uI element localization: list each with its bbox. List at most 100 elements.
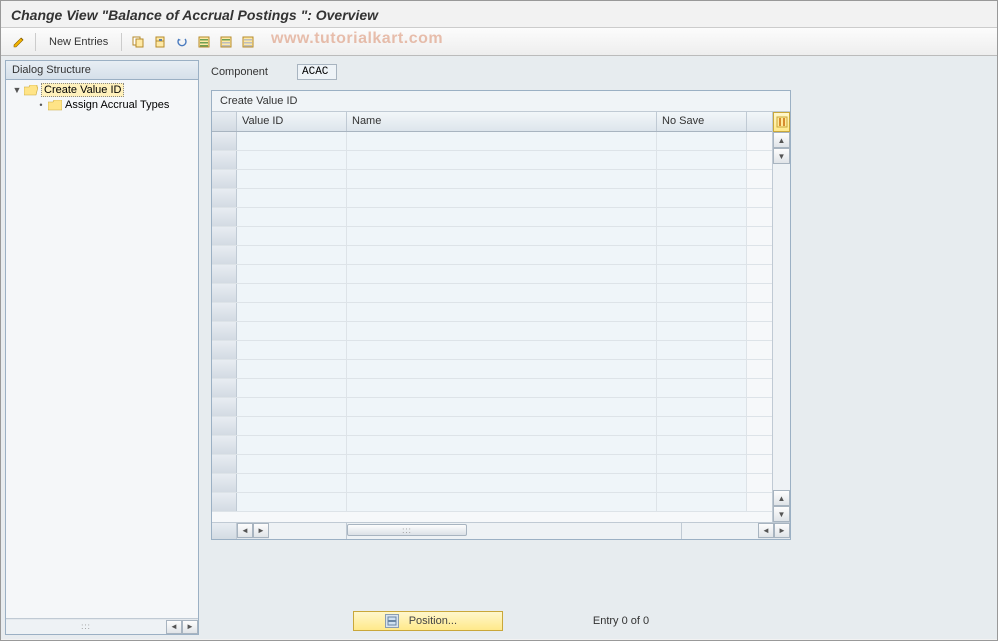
cell-no-save[interactable] [657, 474, 747, 492]
cell-no-save[interactable] [657, 265, 747, 283]
scrollbar-track[interactable] [682, 523, 758, 539]
row-selector[interactable] [212, 132, 237, 150]
cell-no-save[interactable] [657, 436, 747, 454]
cell-no-save[interactable] [657, 398, 747, 416]
cell-name[interactable] [347, 303, 657, 321]
table-vertical-scrollbar[interactable]: ▲ ▼ ▲ ▼ [772, 111, 790, 522]
cell-value-id[interactable] [237, 208, 347, 226]
table-row[interactable] [212, 474, 772, 493]
cell-value-id[interactable] [237, 246, 347, 264]
cell-no-save[interactable] [657, 493, 747, 511]
row-selector[interactable] [212, 436, 237, 454]
row-selector[interactable] [212, 322, 237, 340]
cell-name[interactable] [347, 493, 657, 511]
cell-name[interactable] [347, 227, 657, 245]
row-selector-header[interactable] [212, 112, 237, 131]
column-header-name[interactable]: Name [347, 112, 657, 131]
select-block-button[interactable] [216, 32, 236, 52]
row-selector[interactable] [212, 151, 237, 169]
table-row[interactable] [212, 436, 772, 455]
scrollbar-track[interactable]: ::: [347, 523, 681, 539]
cell-value-id[interactable] [237, 265, 347, 283]
value-id-table[interactable]: Value ID Name No Save [212, 111, 772, 522]
table-row[interactable] [212, 322, 772, 341]
cell-name[interactable] [347, 284, 657, 302]
tree-node-create-value-id[interactable]: ▼ Create Value ID [6, 82, 198, 98]
delete-button[interactable] [150, 32, 170, 52]
scroll-right-button[interactable]: ► [182, 620, 198, 634]
tree-node-assign-accrual-types[interactable]: • Assign Accrual Types [6, 98, 198, 112]
cell-no-save[interactable] [657, 303, 747, 321]
cell-value-id[interactable] [237, 284, 347, 302]
cell-no-save[interactable] [657, 360, 747, 378]
row-selector[interactable] [212, 246, 237, 264]
cell-value-id[interactable] [237, 493, 347, 511]
cell-value-id[interactable] [237, 398, 347, 416]
scrollbar-track[interactable] [773, 164, 790, 490]
cell-value-id[interactable] [237, 151, 347, 169]
cell-name[interactable] [347, 189, 657, 207]
cell-name[interactable] [347, 170, 657, 188]
cell-no-save[interactable] [657, 379, 747, 397]
table-row[interactable] [212, 379, 772, 398]
scroll-down-button-2[interactable]: ▲ [773, 490, 790, 506]
row-selector[interactable] [212, 189, 237, 207]
cell-name[interactable] [347, 322, 657, 340]
scroll-up-button-2[interactable]: ▼ [773, 148, 790, 164]
undo-change-button[interactable] [172, 32, 192, 52]
cell-no-save[interactable] [657, 341, 747, 359]
table-row[interactable] [212, 360, 772, 379]
cell-value-id[interactable] [237, 227, 347, 245]
table-row[interactable] [212, 284, 772, 303]
row-selector[interactable] [212, 227, 237, 245]
cell-name[interactable] [347, 417, 657, 435]
cell-no-save[interactable] [657, 284, 747, 302]
table-row[interactable] [212, 493, 772, 512]
row-selector[interactable] [212, 303, 237, 321]
cell-name[interactable] [347, 398, 657, 416]
cell-no-save[interactable] [657, 455, 747, 473]
select-all-button[interactable] [194, 32, 214, 52]
scroll-down-button[interactable]: ▼ [773, 506, 790, 522]
scroll-left-button[interactable]: ◄ [237, 523, 253, 538]
table-row[interactable] [212, 227, 772, 246]
column-header-no-save[interactable]: No Save [657, 112, 747, 131]
cell-value-id[interactable] [237, 322, 347, 340]
row-selector[interactable] [212, 493, 237, 511]
row-selector[interactable] [212, 170, 237, 188]
position-button[interactable]: Position... [353, 611, 503, 631]
cell-name[interactable] [347, 208, 657, 226]
row-selector[interactable] [212, 474, 237, 492]
table-row[interactable] [212, 417, 772, 436]
cell-value-id[interactable] [237, 189, 347, 207]
cell-no-save[interactable] [657, 208, 747, 226]
scrollbar-thumb[interactable]: ::: [347, 524, 467, 536]
cell-no-save[interactable] [657, 322, 747, 340]
cell-name[interactable] [347, 151, 657, 169]
new-entries-button[interactable]: New Entries [42, 32, 115, 52]
cell-no-save[interactable] [657, 132, 747, 150]
cell-no-save[interactable] [657, 170, 747, 188]
toggle-change-display-button[interactable] [9, 32, 29, 52]
dialog-structure-tree[interactable]: ▼ Create Value ID • Assign Accrual Types [6, 80, 198, 618]
table-row[interactable] [212, 341, 772, 360]
cell-value-id[interactable] [237, 303, 347, 321]
cell-value-id[interactable] [237, 341, 347, 359]
configure-columns-button[interactable] [773, 112, 790, 132]
cell-no-save[interactable] [657, 227, 747, 245]
scroll-left-button[interactable]: ◄ [758, 523, 774, 538]
cell-value-id[interactable] [237, 474, 347, 492]
cell-no-save[interactable] [657, 246, 747, 264]
table-row[interactable] [212, 265, 772, 284]
row-selector[interactable] [212, 341, 237, 359]
table-row[interactable] [212, 246, 772, 265]
row-selector[interactable] [212, 398, 237, 416]
scroll-left-button[interactable]: ◄ [166, 620, 182, 634]
cell-name[interactable] [347, 246, 657, 264]
cell-name[interactable] [347, 436, 657, 454]
scroll-up-button[interactable]: ▲ [773, 132, 790, 148]
row-selector[interactable] [212, 379, 237, 397]
table-row[interactable] [212, 132, 772, 151]
cell-name[interactable] [347, 474, 657, 492]
cell-value-id[interactable] [237, 417, 347, 435]
